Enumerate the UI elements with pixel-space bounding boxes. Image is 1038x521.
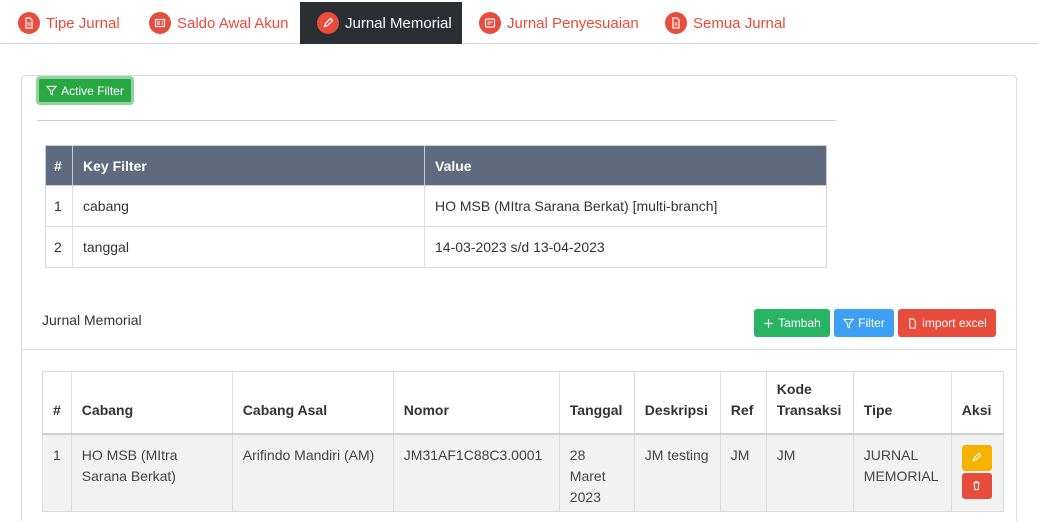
table-cell: 1 [45,185,73,227]
filter-label: Filter [858,316,885,330]
table-cell: JURNAL MEMORIAL [852,433,952,512]
tab-tipe-jurnal[interactable]: Tipe Jurnal [8,2,126,44]
pencil-icon [317,12,339,34]
column-header: Key Filter [72,145,425,186]
table-cell: cabang [72,185,425,227]
tambah-button[interactable]: Tambah [754,309,830,337]
import-label: import excel [922,316,987,330]
tab-saldo-awal-akun[interactable]: Saldo Awal Akun [139,2,289,44]
tambah-label: Tambah [778,316,821,330]
table-row: 1 HO MSB (MItra Sarana Berkat) Arifindo … [42,433,1005,512]
column-header: Tipe [852,371,952,435]
active-filter-button[interactable]: Active Filter [36,76,134,105]
table-cell: 1 [42,433,72,512]
plus-icon [764,318,773,328]
file-icon [909,317,916,329]
pencil-icon [972,452,982,462]
column-header: Cabang [70,371,233,435]
table-cell: 28 Maret 2023 [558,433,635,512]
table-row: 1 cabang HO MSB (MItra Sarana Berkat) [m… [45,185,827,227]
filter-icon [843,318,855,328]
edit-button[interactable] [961,444,992,471]
column-header: Kode Transaksi [765,371,854,435]
tab-bar: Tipe Jurnal Saldo Awal Akun Jurnal Memor… [0,0,1038,44]
column-header: Value [424,145,827,186]
tab-label: Semua Jurnal [693,14,786,32]
newspaper-icon [149,12,171,34]
column-header: Cabang Asal [231,371,394,435]
tab-jurnal-memorial[interactable]: Jurnal Memorial [300,2,462,44]
column-header: Deskripsi [633,371,721,435]
tab-label: Jurnal Memorial [345,14,452,32]
table-cell: HO MSB (MItra Sarana Berkat) [multi-bran… [424,185,827,227]
active-filter-label: Active Filter [61,83,124,98]
delete-button[interactable] [961,472,992,499]
tab-label: Tipe Jurnal [46,14,120,32]
divider [22,349,1016,350]
jurnal-memorial-table: # Cabang Cabang Asal Nomor Tanggal Deskr… [42,371,1005,512]
table-cell: tanggal [72,226,425,268]
table-cell: Arifindo Mandiri (AM) [231,433,394,512]
note-icon [479,12,501,34]
table-cell: JM testing [633,433,721,512]
column-header: Ref [719,371,767,435]
filter-icon [46,85,58,96]
table-header-row: # Key Filter Value [45,145,827,186]
filter-button[interactable]: Filter [834,309,894,337]
table-cell: JM [765,433,854,512]
active-filter-table: # Key Filter Value 1 cabang HO MSB (MItr… [45,145,827,268]
tab-label: Saldo Awal Akun [177,14,289,32]
table-cell: HO MSB (MItra Sarana Berkat) [70,433,233,512]
table-cell: JM31AF1C88C3.0001 [392,433,560,512]
divider [37,120,836,121]
document-icon [18,12,40,34]
column-header: # [45,145,73,186]
table-cell: 2 [45,226,73,268]
section-title: Jurnal Memorial [42,312,142,328]
aksi-cell [950,433,1005,512]
column-header: Tanggal [558,371,635,435]
table-header-row: # Cabang Cabang Asal Nomor Tanggal Deskr… [42,371,1005,435]
table-row: 2 tanggal 14-03-2023 s/d 13-04-2023 [45,226,827,268]
tab-semua-jurnal[interactable]: Semua Jurnal [655,2,790,44]
tab-label: Jurnal Penyesuaian [507,14,639,32]
table-cell: JM [719,433,767,512]
import-excel-button[interactable]: import excel [898,309,996,337]
tab-jurnal-penyesuaian[interactable]: Jurnal Penyesuaian [469,2,644,44]
column-header: # [42,371,72,435]
content-panel: Active Filter # Key Filter Value 1 caban… [21,75,1017,521]
trash-icon [973,481,981,491]
column-header: Nomor [392,371,560,435]
document-icon [665,12,687,34]
column-header: Aksi [950,371,1005,435]
table-cell: 14-03-2023 s/d 13-04-2023 [424,226,827,268]
